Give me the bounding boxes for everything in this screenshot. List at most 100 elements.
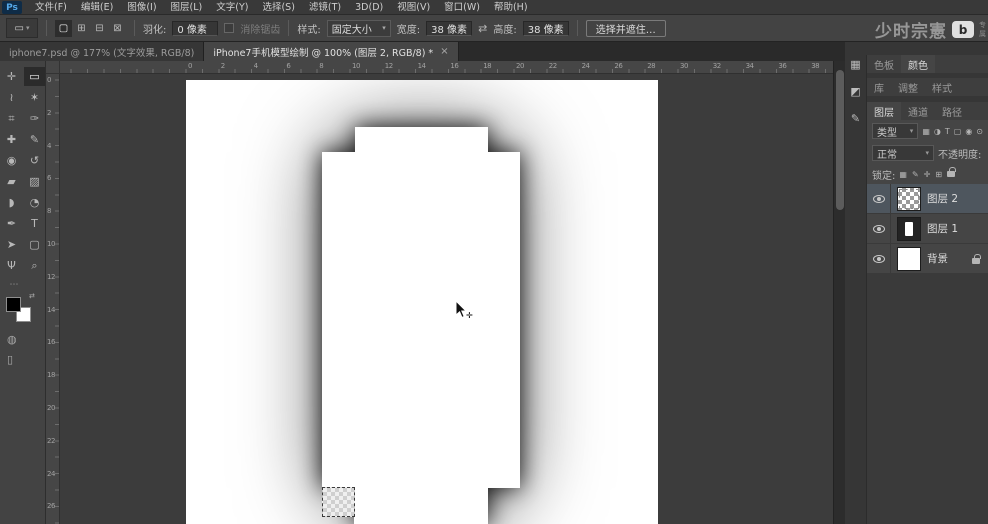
- layer-row[interactable]: 背景: [867, 244, 988, 274]
- antialias-checkbox[interactable]: [224, 23, 235, 33]
- gradient-tool[interactable]: ▨: [24, 172, 45, 191]
- subtract-selection-button[interactable]: ⊟: [91, 20, 108, 37]
- menu-item-1[interactable]: 编辑(E): [74, 0, 120, 15]
- add-selection-button[interactable]: ⊞: [73, 20, 90, 37]
- tab-色板[interactable]: 色板: [867, 55, 901, 73]
- menu-item-2[interactable]: 图像(I): [120, 0, 163, 15]
- pen-tool[interactable]: ✒: [1, 214, 22, 233]
- layer-visibility-toggle[interactable]: [867, 244, 891, 273]
- lock-pixels-icon[interactable]: ✎: [912, 170, 919, 179]
- scrollbar-thumb[interactable]: [836, 70, 844, 210]
- crop-tool[interactable]: ⌗: [1, 109, 22, 128]
- ruler-number: 38: [811, 62, 820, 70]
- width-input[interactable]: 38 像素: [426, 20, 473, 36]
- vertical-ruler[interactable]: 0 2 4 6 8 10 12 14 16 18 20 22 24 26: [46, 74, 60, 524]
- layer-thumbnail[interactable]: [897, 216, 921, 241]
- path-selection-tool[interactable]: ➤: [1, 235, 22, 254]
- layer-row[interactable]: 图层 2: [867, 184, 988, 214]
- tab-样式[interactable]: 样式: [925, 78, 959, 96]
- lock-transparency-icon[interactable]: ▦: [899, 170, 907, 179]
- select-and-mask-button[interactable]: 选择并遮住…: [585, 19, 666, 37]
- move-tool[interactable]: ✛: [1, 67, 22, 86]
- menu-item-6[interactable]: 滤镜(T): [302, 0, 348, 15]
- swap-colors-icon[interactable]: ⇄: [29, 292, 35, 300]
- tab-调整[interactable]: 调整: [891, 78, 925, 96]
- dodge-tool[interactable]: ◔: [24, 193, 45, 212]
- rect-marquee-tool[interactable]: ▭: [24, 67, 45, 86]
- swap-dimensions-icon[interactable]: ⇄: [478, 22, 487, 35]
- brush-tool[interactable]: ✎: [24, 130, 45, 149]
- style-select[interactable]: 固定大小 ▾: [326, 19, 391, 37]
- layer-visibility-toggle[interactable]: [867, 214, 891, 243]
- menu-item-3[interactable]: 图层(L): [164, 0, 210, 15]
- shape-tool[interactable]: ▢: [24, 235, 45, 254]
- hand-tool[interactable]: Ψ: [1, 256, 22, 275]
- collapsed-panel-strip: ▦ ◩ ✎: [845, 56, 866, 127]
- separator: [46, 20, 47, 36]
- type-tool[interactable]: T: [24, 214, 45, 233]
- pixel-filter-icon[interactable]: ▦: [922, 127, 930, 136]
- layer-visibility-toggle[interactable]: [867, 184, 891, 213]
- eyedropper-tool[interactable]: ✑: [24, 109, 45, 128]
- eye-icon: [872, 194, 885, 203]
- intersect-selection-button[interactable]: ⊠: [109, 20, 126, 37]
- layer-thumbnail[interactable]: [897, 246, 921, 271]
- adjustment-filter-icon[interactable]: ◑: [934, 127, 941, 136]
- tab-通道[interactable]: 通道: [901, 102, 935, 120]
- horizontal-ruler[interactable]: 0 2 4 6 8 10 12 14 16 18 20 22 24 26 28 30 32 34 36 38: [60, 61, 833, 74]
- canvas-document[interactable]: [186, 80, 658, 524]
- history-brush-tool[interactable]: ↺: [24, 151, 45, 170]
- eye-icon: [872, 224, 885, 233]
- tab-图层[interactable]: 图层: [867, 102, 901, 120]
- menu-item-8[interactable]: 视图(V): [390, 0, 437, 15]
- ruler-number: 16: [47, 338, 55, 347]
- menu-item-5[interactable]: 选择(S): [255, 0, 301, 15]
- edit-toolbar-icon[interactable]: ⋯: [6, 280, 22, 290]
- document-tab[interactable]: iPhone7手机模型绘制 @ 100% (图层 2, RGB/8) * ×: [204, 42, 459, 61]
- quick-selection-tool[interactable]: ✶: [24, 88, 45, 107]
- tool-preset-dropdown[interactable]: ▭ ▾: [6, 18, 38, 38]
- tab-路径[interactable]: 路径: [935, 102, 969, 120]
- ruler-number: 30: [680, 62, 688, 70]
- tab-颜色[interactable]: 颜色: [901, 55, 935, 73]
- lock-icons: ▦ ✎ ✛ ⊞: [899, 167, 956, 179]
- vertical-scrollbar[interactable]: [833, 61, 845, 524]
- zoom-tool[interactable]: ⌕: [24, 256, 45, 275]
- menu-item-9[interactable]: 窗口(W): [437, 0, 487, 15]
- layer-thumbnail[interactable]: [897, 186, 921, 211]
- eraser-tool[interactable]: ▰: [1, 172, 22, 191]
- lock-position-icon[interactable]: ✛: [924, 170, 931, 179]
- smart-object-filter-icon[interactable]: ◉: [965, 127, 972, 136]
- filter-type-select[interactable]: 类型 ▾: [872, 123, 919, 139]
- panel-group-layers: 图层 通道 路径: [867, 102, 988, 120]
- adjustments-panel-icon[interactable]: ◩: [847, 83, 864, 100]
- lock-artboard-icon[interactable]: ⊞: [935, 170, 942, 179]
- height-input[interactable]: 38 像素: [522, 20, 569, 36]
- screen-mode-icon[interactable]: ▯: [7, 353, 13, 366]
- swatches-panel-icon[interactable]: ▦: [847, 56, 864, 73]
- foreground-color-swatch[interactable]: [6, 297, 21, 312]
- type-filter-icon[interactable]: T: [945, 127, 950, 136]
- menu-item-7[interactable]: 3D(D): [348, 0, 390, 15]
- tab-库[interactable]: 库: [867, 78, 891, 96]
- marching-ants-selection: [322, 487, 355, 517]
- menu-item-10[interactable]: 帮助(H): [487, 0, 535, 15]
- feather-input[interactable]: 0 像素: [172, 20, 219, 36]
- brushes-panel-icon[interactable]: ✎: [847, 110, 864, 127]
- ruler-number: 14: [417, 62, 426, 70]
- menu-item-4[interactable]: 文字(Y): [209, 0, 255, 15]
- menu-item-0[interactable]: 文件(F): [28, 0, 74, 15]
- tab-close-icon[interactable]: ×: [440, 46, 448, 57]
- filter-toggle-icon[interactable]: ⊙: [976, 127, 983, 136]
- quick-mask-icon[interactable]: ◍: [7, 333, 17, 346]
- blend-mode-select[interactable]: 正常 ▾: [872, 145, 934, 161]
- clone-stamp-tool[interactable]: ◉: [1, 151, 22, 170]
- new-selection-button[interactable]: ▢: [55, 19, 72, 37]
- healing-brush-tool[interactable]: ✚: [1, 130, 22, 149]
- layer-row[interactable]: 图层 1: [867, 214, 988, 244]
- lock-all-icon[interactable]: [947, 167, 956, 177]
- document-tab[interactable]: iphone7.psd @ 177% (文字效果, RGB/8): [0, 42, 205, 61]
- blur-tool[interactable]: ◗: [1, 193, 22, 212]
- shape-filter-icon[interactable]: ▢: [954, 127, 962, 136]
- lasso-tool[interactable]: ≀: [1, 88, 22, 107]
